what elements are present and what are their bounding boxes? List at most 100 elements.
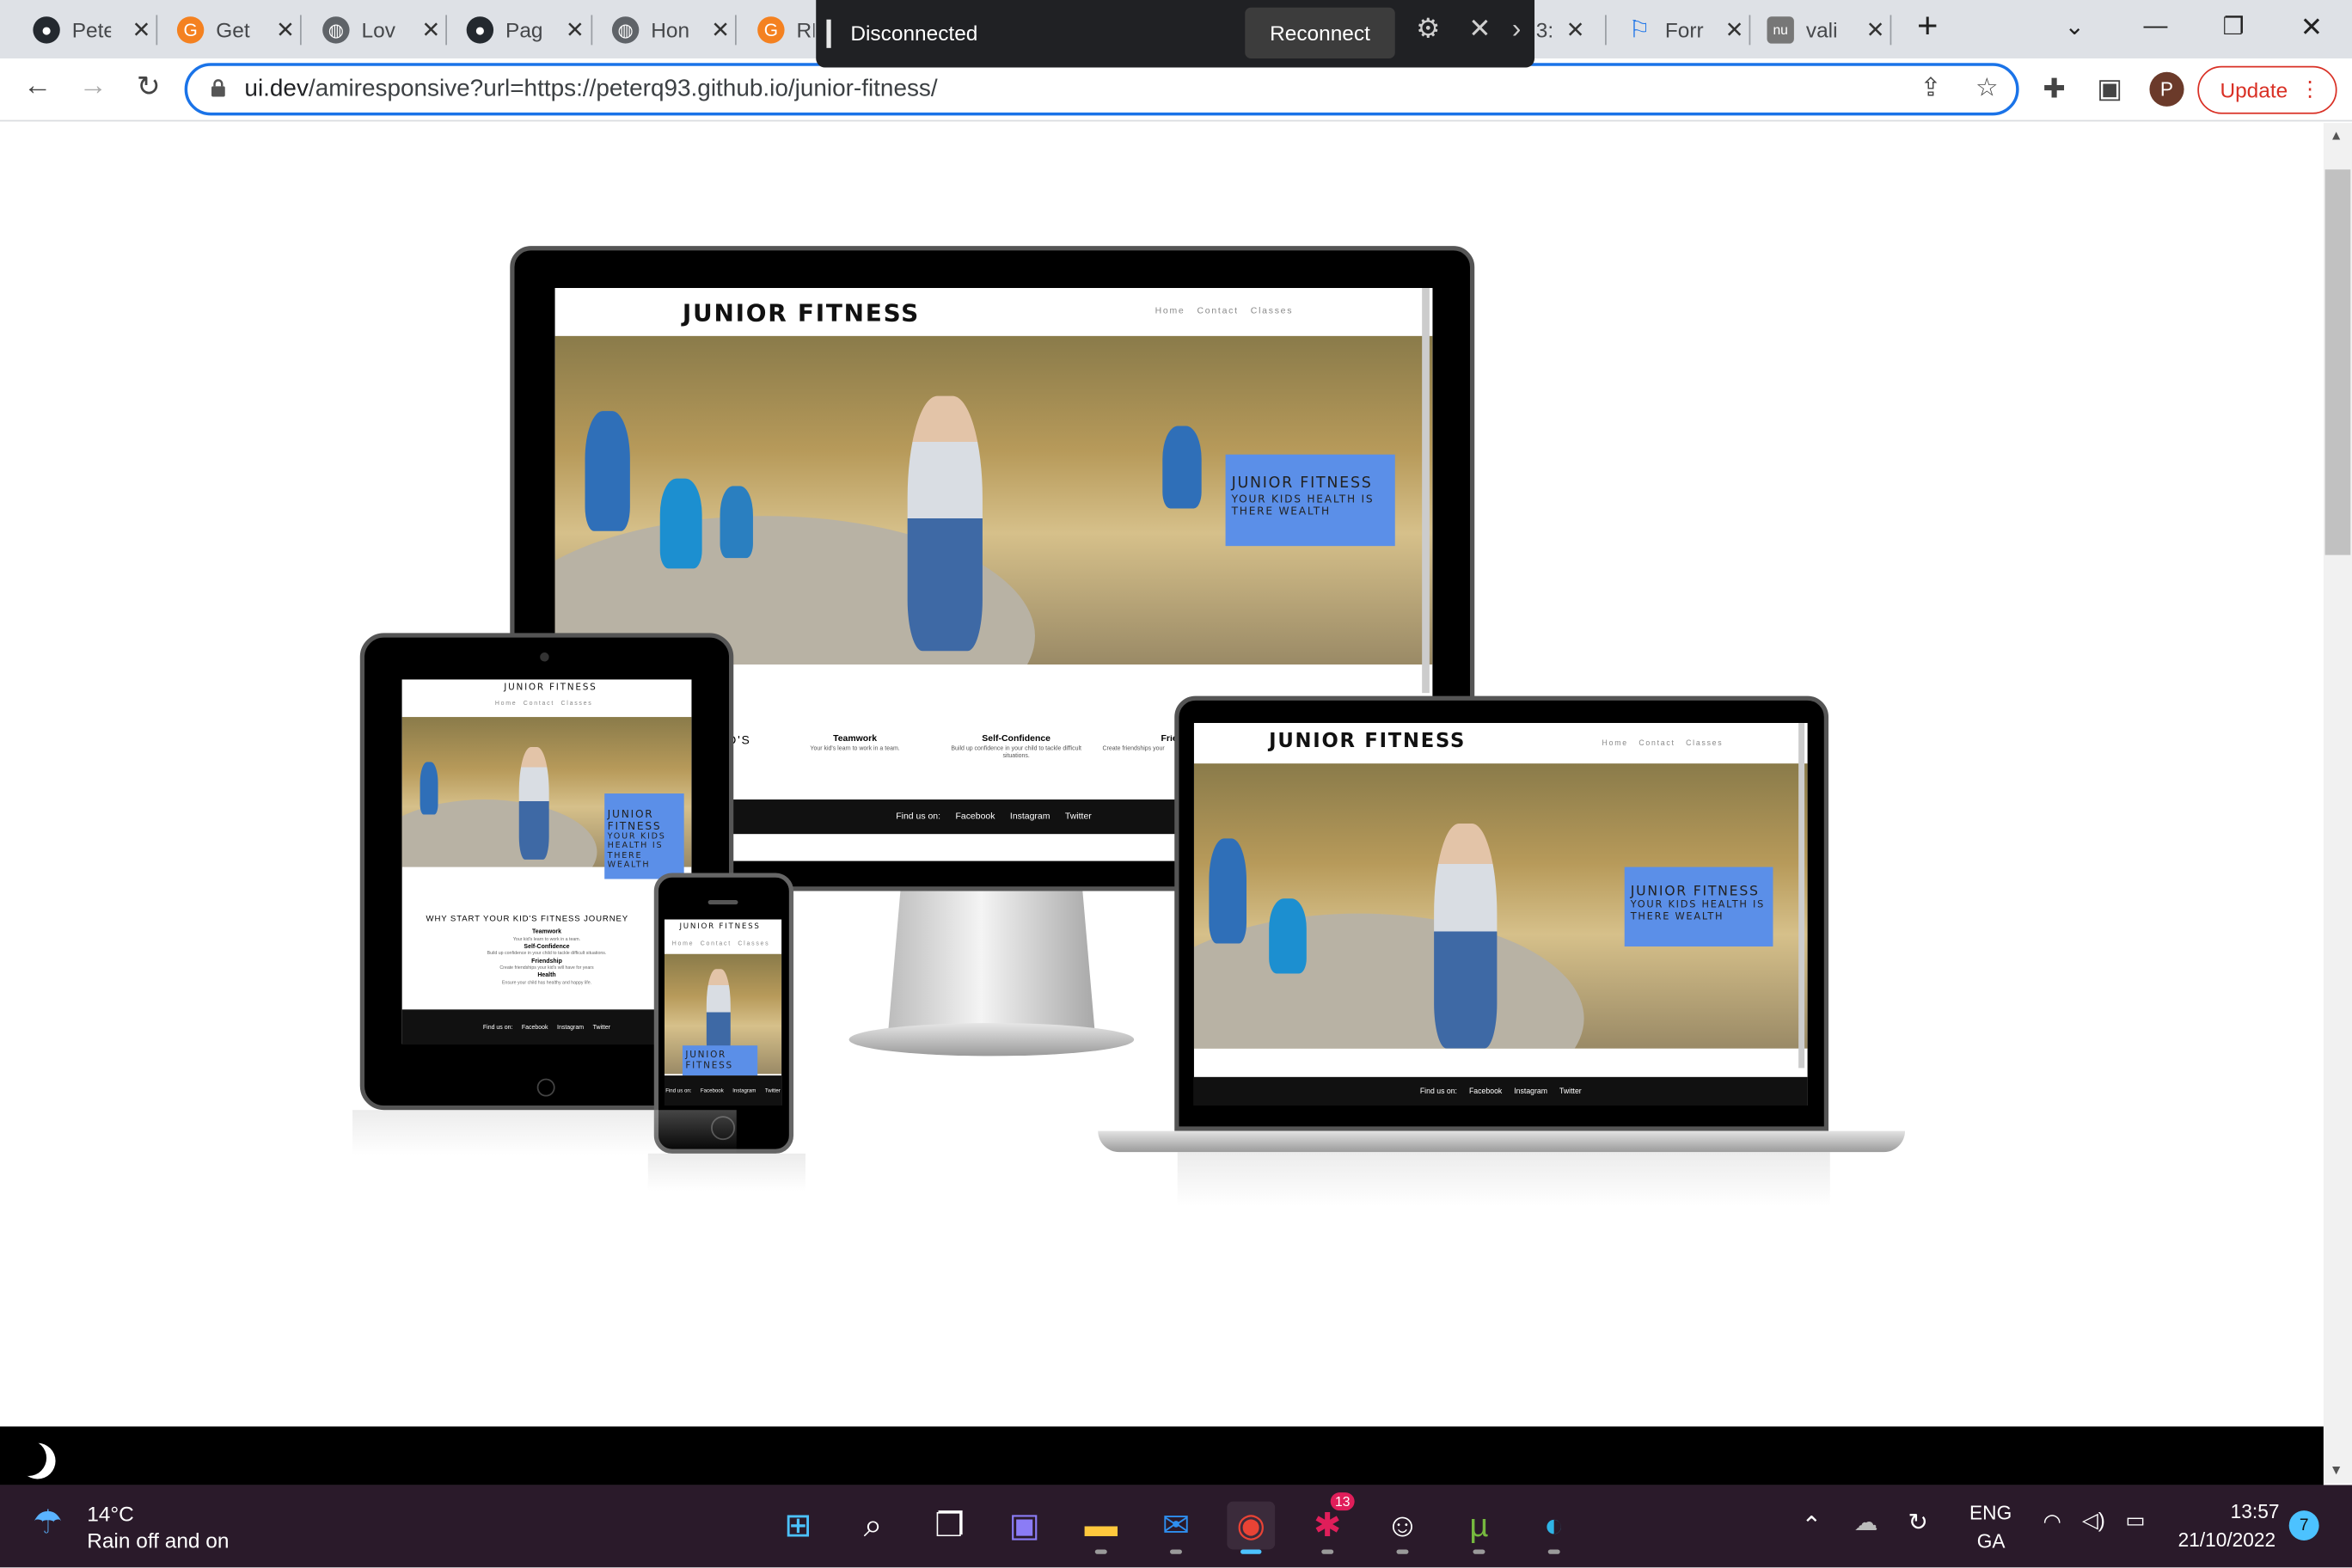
nav-contact[interactable]: Contact <box>1197 308 1238 316</box>
chat-icon[interactable]: ▣ <box>1001 1502 1049 1550</box>
emoji-app-icon[interactable]: ☺ <box>1379 1502 1427 1554</box>
scrollbar-thumb[interactable] <box>2324 169 2351 555</box>
close-icon[interactable]: ✕ <box>1866 15 1885 43</box>
url-text[interactable]: ui.dev/amiresponsive?url=https://peterq9… <box>244 77 937 103</box>
chevron-right-icon[interactable]: › <box>1512 14 1521 46</box>
close-icon[interactable]: ✕ <box>276 15 295 43</box>
close-icon[interactable]: ✕ <box>421 15 440 43</box>
tab-4[interactable]: ◍ Hon ✕ <box>611 9 730 49</box>
tab-2[interactable]: ◍ Lov ✕ <box>322 9 440 49</box>
tab-divider <box>735 15 737 46</box>
instagram-link[interactable]: Instagram <box>1514 1087 1547 1095</box>
tab-search-icon[interactable]: ⌄ <box>2037 0 2112 54</box>
close-icon[interactable]: ✕ <box>711 15 730 43</box>
utorrent-icon[interactable]: µ <box>1455 1502 1504 1554</box>
extensions-icon[interactable]: ✚ <box>2043 74 2066 106</box>
moon-icon[interactable] <box>10 1440 46 1476</box>
disconnected-toast: Disconnected Reconnect ⚙ ✕ › <box>816 0 1535 68</box>
close-icon[interactable]: ✕ <box>132 15 151 43</box>
hero-kid <box>420 762 438 815</box>
tab-7[interactable]: ⚐ Forr ✕ <box>1626 9 1744 49</box>
language-primary[interactable]: ENG <box>1969 1502 2012 1524</box>
twitter-link[interactable]: Twitter <box>765 1087 781 1093</box>
instagram-link[interactable]: Instagram <box>732 1087 756 1093</box>
tab-3[interactable]: ● Pag ✕ <box>466 9 585 49</box>
site-brand[interactable]: JUNIOR FITNESS <box>1269 731 1466 753</box>
language-secondary[interactable]: GA <box>1977 1530 2006 1553</box>
weather-icon[interactable]: ☂ <box>33 1503 62 1541</box>
sync-icon[interactable]: ↻ <box>1908 1508 1928 1538</box>
nav-classes[interactable]: Classes <box>1251 308 1293 316</box>
close-window-icon[interactable]: ✕ <box>2274 0 2349 54</box>
twitter-link[interactable]: Twitter <box>1559 1087 1582 1095</box>
instagram-link[interactable]: Instagram <box>1010 812 1050 821</box>
nav-contact[interactable]: Contact <box>524 699 554 707</box>
tab-5[interactable]: G RE <box>757 9 814 49</box>
menu-icon[interactable]: ⋮ <box>2300 77 2320 102</box>
forward-icon[interactable]: → <box>74 70 113 103</box>
slack-icon[interactable]: ✱ 13 <box>1303 1492 1355 1554</box>
nav-contact[interactable]: Contact <box>1638 739 1675 748</box>
reconnect-button[interactable]: Reconnect <box>1245 7 1395 59</box>
gear-icon[interactable]: ⚙ <box>1416 14 1440 46</box>
nav-home[interactable]: Home <box>1155 308 1185 316</box>
nav-home[interactable]: Home <box>1602 739 1628 748</box>
search-icon[interactable]: ⌕ <box>849 1502 897 1550</box>
tab-1[interactable]: G Get ✕ <box>176 9 295 49</box>
restore-icon[interactable]: ❐ <box>2196 0 2271 54</box>
volume-icon[interactable]: ◁) <box>2082 1508 2105 1534</box>
facebook-link[interactable]: Facebook <box>522 1023 548 1031</box>
file-explorer-icon[interactable]: ▬ <box>1077 1502 1125 1554</box>
battery-icon[interactable]: ▭ <box>2126 1508 2146 1534</box>
nav-classes[interactable]: Classes <box>1686 739 1723 748</box>
nav-home[interactable]: Home <box>495 699 518 707</box>
close-icon[interactable]: ✕ <box>1468 14 1491 46</box>
edge-icon[interactable]: ◐ <box>1530 1502 1578 1554</box>
nav-classes[interactable]: Classes <box>560 699 592 707</box>
scroll-up-icon[interactable]: ▲ <box>2330 127 2343 142</box>
minimize-icon[interactable]: — <box>2118 0 2193 54</box>
back-icon[interactable]: ← <box>18 70 57 103</box>
facebook-link[interactable]: Facebook <box>1469 1087 1502 1095</box>
weather-desc[interactable]: Rain off and on <box>87 1528 229 1553</box>
onedrive-icon[interactable]: ☁ <box>1854 1508 1878 1538</box>
mail-icon[interactable]: ✉ <box>1152 1502 1200 1554</box>
scroll-down-icon[interactable]: ▼ <box>2330 1462 2343 1477</box>
avatar[interactable]: P <box>2149 71 2184 107</box>
side-panel-icon[interactable]: ▣ <box>2097 74 2122 106</box>
notification-badge[interactable]: 7 <box>2288 1510 2319 1541</box>
twitter-link[interactable]: Twitter <box>593 1023 611 1031</box>
clock-date[interactable]: 21/10/2022 <box>2178 1528 2276 1551</box>
instagram-link[interactable]: Instagram <box>557 1023 584 1031</box>
nav-contact[interactable]: Contact <box>701 939 732 946</box>
site-brand[interactable]: JUNIOR FITNESS <box>683 298 920 327</box>
star-icon[interactable]: ☆ <box>1975 74 1999 104</box>
clock-time[interactable]: 13:57 <box>2231 1500 2280 1522</box>
nav-classes[interactable]: Classes <box>738 939 769 946</box>
address-bar[interactable]: ui.dev/amiresponsive?url=https://peterq9… <box>184 63 2019 116</box>
tab-6[interactable]: 3: ✕ <box>1536 9 1585 49</box>
share-icon[interactable]: ⇪ <box>1920 74 1941 104</box>
new-tab-button[interactable]: + <box>1890 0 1965 54</box>
task-view-icon[interactable]: ❐ <box>926 1502 974 1550</box>
site-brand[interactable]: JUNIOR FITNESS <box>504 683 597 693</box>
close-icon[interactable]: ✕ <box>566 15 585 43</box>
facebook-link[interactable]: Facebook <box>955 812 995 821</box>
update-button[interactable]: Update ⋮ <box>2197 65 2337 114</box>
chrome-icon[interactable]: ◉ <box>1227 1501 1276 1554</box>
close-icon[interactable]: ✕ <box>1566 15 1585 43</box>
site-scrollbar[interactable] <box>1798 723 1805 1069</box>
site-scrollbar[interactable] <box>1422 288 1430 694</box>
facebook-link[interactable]: Facebook <box>701 1087 724 1093</box>
nav-home[interactable]: Home <box>672 939 695 946</box>
reload-icon[interactable]: ↻ <box>129 70 168 105</box>
twitter-link[interactable]: Twitter <box>1065 812 1092 821</box>
windows-start-icon[interactable]: ⊞ <box>774 1502 822 1550</box>
wifi-icon[interactable]: ◠ <box>2043 1509 2061 1534</box>
weather-temp[interactable]: 14°C <box>87 1502 134 1526</box>
site-brand[interactable]: JUNIOR FITNESS <box>679 922 760 931</box>
chevron-up-icon[interactable]: ⌃ <box>1802 1510 1822 1540</box>
tab-8[interactable]: nu vali ✕ <box>1767 9 1885 49</box>
tab-0[interactable]: ● Pete ✕ <box>33 9 150 49</box>
close-icon[interactable]: ✕ <box>1725 15 1744 43</box>
